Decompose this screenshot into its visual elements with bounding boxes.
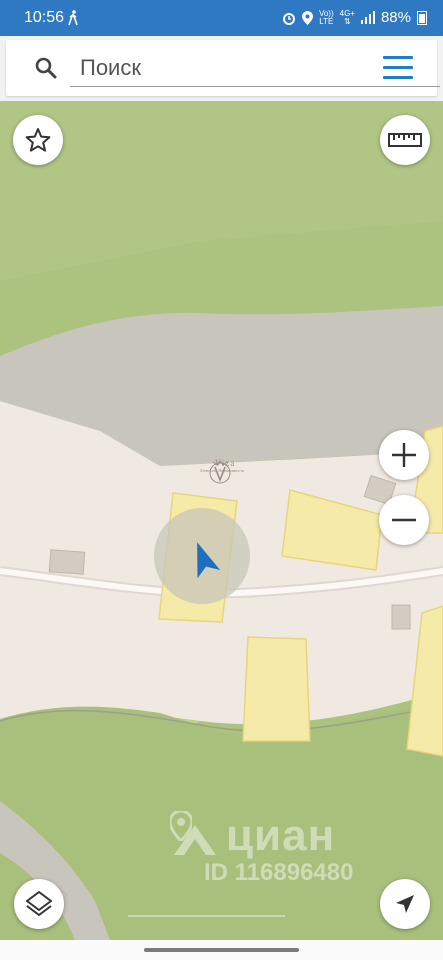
system-nav-bar <box>0 940 443 960</box>
status-time: 10:56 <box>24 9 65 26</box>
home-gesture-bar[interactable] <box>144 948 299 952</box>
agency-watermark: Viza Агентство Недвижимости <box>200 458 245 508</box>
alarm-icon <box>282 12 295 25</box>
navigation-arrow-icon <box>396 895 414 913</box>
battery-percent: 88% <box>380 9 411 26</box>
map-view[interactable]: Viza Агентство Недвижимости циан ID 1168… <box>0 101 443 940</box>
net-type-indicator: 4G+ ⇅ <box>339 8 355 26</box>
search-icon[interactable] <box>34 56 58 80</box>
star-icon <box>25 128 51 152</box>
my-location-button[interactable] <box>380 879 430 929</box>
cian-logo-text: циан <box>226 811 336 860</box>
location-icon <box>301 10 313 25</box>
plus-icon <box>392 443 416 467</box>
cian-listing-id: ID 116896480 <box>204 859 354 886</box>
crest-icon <box>209 460 231 484</box>
menu-icon[interactable] <box>383 56 413 80</box>
map-canvas <box>0 101 443 940</box>
search-card <box>6 40 440 96</box>
signal-icon <box>360 11 375 24</box>
battery-icon <box>417 10 427 25</box>
cian-house-icon <box>174 825 216 855</box>
search-bar <box>0 36 443 101</box>
layers-button[interactable] <box>14 879 64 929</box>
layers-icon <box>26 891 52 916</box>
volte-indicator: Vo)) LTE <box>318 8 334 26</box>
minus-icon <box>392 518 416 522</box>
walking-icon <box>68 10 78 26</box>
favorite-button[interactable] <box>13 115 63 165</box>
ruler-button[interactable] <box>380 115 430 165</box>
ruler-icon <box>388 133 422 147</box>
zoom-out-button[interactable] <box>379 495 429 545</box>
status-icons: Vo)) LTE 4G+ ⇅ 88% <box>282 9 427 26</box>
status-bar: 10:56 Vo)) LTE 4G+ ⇅ 88% <box>0 0 443 36</box>
zoom-in-button[interactable] <box>379 430 429 480</box>
